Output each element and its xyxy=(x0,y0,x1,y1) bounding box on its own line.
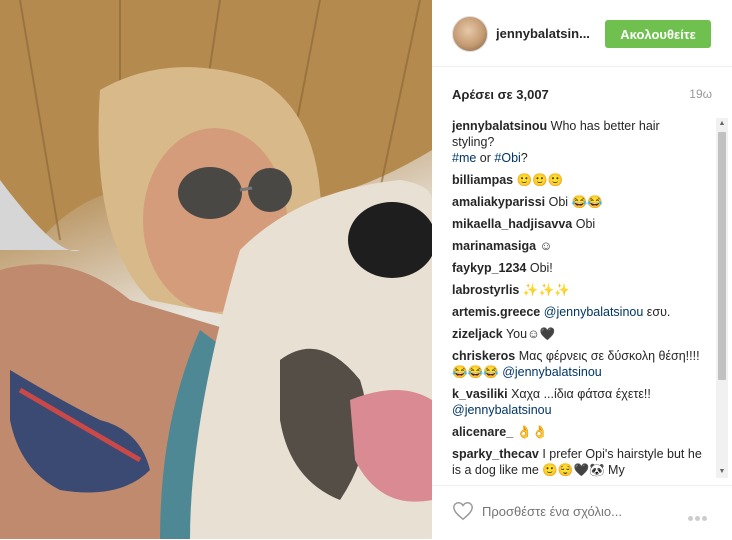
list-item: artemis.greece @jennybalatsinou εσυ. xyxy=(452,304,702,320)
caption: jennybalatsinou Who has better hair styl… xyxy=(452,118,702,166)
list-item: labrostyrlis ✨✨✨ xyxy=(452,282,702,298)
add-comment-input[interactable] xyxy=(482,500,672,522)
comment-username[interactable]: sparky_thecav xyxy=(452,447,539,461)
comment-username[interactable]: artemis.greece xyxy=(452,305,540,319)
post-footer xyxy=(432,485,732,540)
comment-username[interactable]: k_vasiliki xyxy=(452,387,508,401)
list-item: faykyp_1234 Obi! xyxy=(452,260,702,276)
scroll-up-arrow-icon[interactable]: ▲ xyxy=(716,118,728,130)
comment-mention[interactable]: @jennybalatsinou xyxy=(544,305,644,319)
list-item: chriskeros Μας φέρνεις σε δύσκολη θέση!!… xyxy=(452,348,702,380)
comment-username[interactable]: zizeljack xyxy=(452,327,503,341)
comment-text: ☺ xyxy=(539,239,553,253)
comment-username[interactable]: amaliakyparissi xyxy=(452,195,545,209)
comment-username[interactable]: labrostyrlis xyxy=(452,283,519,297)
comment-text: Χαχα ...ίδια φάτσα έχετε!! xyxy=(511,387,651,401)
likes-count[interactable]: Αρέσει σε 3,007 xyxy=(452,87,549,102)
comment-text: 🙂🙂🙂 xyxy=(516,173,564,187)
avatar[interactable] xyxy=(452,16,488,52)
list-item: amaliakyparissi Obi 😂😂 xyxy=(452,194,702,210)
heart-outline-icon[interactable] xyxy=(452,500,474,522)
post-time[interactable]: 19ω xyxy=(689,87,712,101)
comment-text: Obi 😂😂 xyxy=(548,195,603,209)
list-item: alicenare_ 👌👌 xyxy=(452,424,702,440)
hashtag-obi[interactable]: #Obi xyxy=(494,151,520,165)
list-item: k_vasiliki Χαχα ...ίδια φάτσα έχετε!! @j… xyxy=(452,386,702,418)
list-item: sparky_thecav I prefer Opi's hairstyle b… xyxy=(452,446,702,478)
comment-mention[interactable]: @jennybalatsinou xyxy=(452,403,552,417)
comment-username[interactable]: marinamasiga xyxy=(452,239,536,253)
comment-text: 👌👌 xyxy=(516,425,548,439)
comment-text: ✨✨✨ xyxy=(522,283,570,297)
comment-username[interactable]: alicenare_ xyxy=(452,425,513,439)
author-username[interactable]: jennybalatsin... xyxy=(496,26,596,41)
comment-username[interactable]: faykyp_1234 xyxy=(452,261,526,275)
caption-username[interactable]: jennybalatsinou xyxy=(452,119,547,133)
following-button[interactable]: Ακολουθείτε xyxy=(605,20,711,48)
list-item: mikaella_hadjisavva Obi xyxy=(452,216,702,232)
comment-username[interactable]: mikaella_hadjisavva xyxy=(452,217,572,231)
scroll-thumb[interactable] xyxy=(718,132,726,380)
scroll-down-arrow-icon[interactable]: ▼ xyxy=(716,466,728,478)
caption-qmark: ? xyxy=(520,151,528,165)
list-item: zizeljack You☺🖤 xyxy=(452,326,702,342)
selfie-illustration xyxy=(0,0,432,539)
list-item: marinamasiga ☺ xyxy=(452,238,702,254)
comment-text: Obi! xyxy=(529,261,553,275)
post-photo[interactable] xyxy=(0,0,432,539)
hashtag-me[interactable]: #me xyxy=(452,151,476,165)
comments-list[interactable]: jennybalatsinou Who has better hair styl… xyxy=(452,118,702,480)
comment-text: You☺🖤 xyxy=(505,327,556,341)
comment-username[interactable]: chriskeros xyxy=(452,349,515,363)
post-sidebar: jennybalatsin... Ακολουθείτε Αρέσει σε 3… xyxy=(432,0,732,539)
comment-username[interactable]: billiampas xyxy=(452,173,513,187)
comment-text: εσυ. xyxy=(646,305,671,319)
post-header: jennybalatsin... Ακολουθείτε xyxy=(432,0,732,67)
caption-or: or xyxy=(476,151,495,165)
instagram-post-window: jennybalatsin... Ακολουθείτε Αρέσει σε 3… xyxy=(0,0,732,539)
comment-mention[interactable]: @jennybalatsinou xyxy=(502,365,602,379)
ellipsis-icon[interactable] xyxy=(688,508,712,521)
list-item: billiampas 🙂🙂🙂 xyxy=(452,172,702,188)
comment-text: Obi xyxy=(575,217,596,231)
comments-scrollbar[interactable]: ▲ ▼ xyxy=(716,118,728,478)
